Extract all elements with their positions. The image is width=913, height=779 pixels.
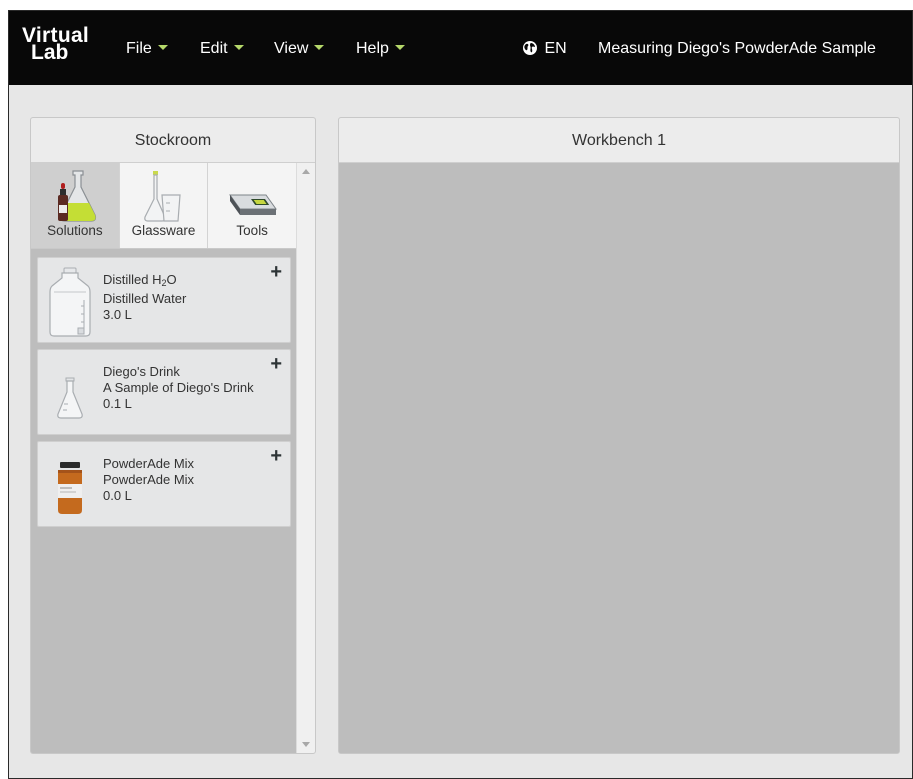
scroll-down-icon[interactable] <box>302 742 310 747</box>
tab-tools-label: Tools <box>236 223 268 238</box>
item-name: Diego's Drink <box>103 364 180 379</box>
caret-down-icon <box>394 45 405 50</box>
item-description: A Sample of Diego's Drink <box>103 380 254 395</box>
list-item-powderade-mix[interactable]: PowderAde Mix PowderAde Mix 0.0 L + <box>37 441 291 527</box>
globe-icon <box>523 41 537 55</box>
workbench-panel: Workbench 1 <box>338 117 900 754</box>
tab-glassware-label: Glassware <box>131 223 196 238</box>
add-to-workbench-button[interactable]: + <box>270 354 282 374</box>
item-volume: 3.0 L <box>103 307 132 322</box>
add-to-workbench-button[interactable]: + <box>270 262 282 282</box>
workbench-title: Workbench 1 <box>339 118 899 163</box>
stockroom-title: Stockroom <box>31 118 315 163</box>
navbar: Virtual Lab File Edit View Help EN Measu… <box>9 11 912 85</box>
caret-down-icon <box>314 45 325 50</box>
list-item-diegos-drink[interactable]: Diego's Drink A Sample of Diego's Drink … <box>37 349 291 435</box>
view-menu-label: View <box>274 40 309 57</box>
water-jug-icon <box>49 267 91 337</box>
item-name-prefix: Distilled H <box>103 272 162 287</box>
edit-menu-label: Edit <box>200 40 228 57</box>
assignment-title: Measuring Diego's PowderAde Sample <box>598 40 876 57</box>
stockroom-panel: Stockroom Solutions Glassware Tools Dist… <box>30 117 316 754</box>
language-selector[interactable]: EN <box>522 40 567 58</box>
file-menu[interactable]: File <box>126 40 168 58</box>
app-window: Virtual Lab File Edit View Help EN Measu… <box>8 10 913 779</box>
item-name: Distilled H2O <box>103 272 186 291</box>
help-menu-label: Help <box>356 40 389 57</box>
item-description: PowderAde Mix <box>103 472 195 487</box>
item-description: Distilled Water <box>103 291 187 306</box>
stockroom-scrollbar[interactable] <box>296 163 315 753</box>
item-name-suffix: O <box>166 272 177 287</box>
file-menu-label: File <box>126 40 152 57</box>
view-menu[interactable]: View <box>274 40 325 58</box>
tab-solutions-label: Solutions <box>47 223 103 238</box>
jar-icon <box>58 462 82 514</box>
caret-down-icon <box>157 45 168 50</box>
help-menu[interactable]: Help <box>356 40 405 58</box>
tab-glassware[interactable]: Glassware <box>119 163 209 248</box>
workbench-area[interactable] <box>339 164 899 753</box>
glassware-icon <box>143 171 181 222</box>
add-to-workbench-button[interactable]: + <box>270 446 282 466</box>
scale-icon <box>229 194 278 215</box>
flask-icon <box>57 377 83 419</box>
solutions-icon <box>57 170 96 222</box>
item-name: PowderAde Mix <box>103 456 195 471</box>
language-label: EN <box>544 40 567 57</box>
stockroom-tabs: Solutions Glassware Tools <box>31 163 297 249</box>
virtual-lab-logo[interactable]: Virtual Lab <box>22 25 89 67</box>
tab-tools[interactable]: Tools <box>208 163 297 248</box>
list-item-distilled-water[interactable]: Distilled H2O Distilled Water 3.0 L + <box>37 257 291 343</box>
scroll-up-icon[interactable] <box>302 169 310 174</box>
caret-down-icon <box>233 45 244 50</box>
item-volume: 0.1 L <box>103 396 132 411</box>
tab-solutions[interactable]: Solutions <box>31 163 120 248</box>
edit-menu[interactable]: Edit <box>200 40 244 58</box>
item-volume: 0.0 L <box>103 488 132 503</box>
